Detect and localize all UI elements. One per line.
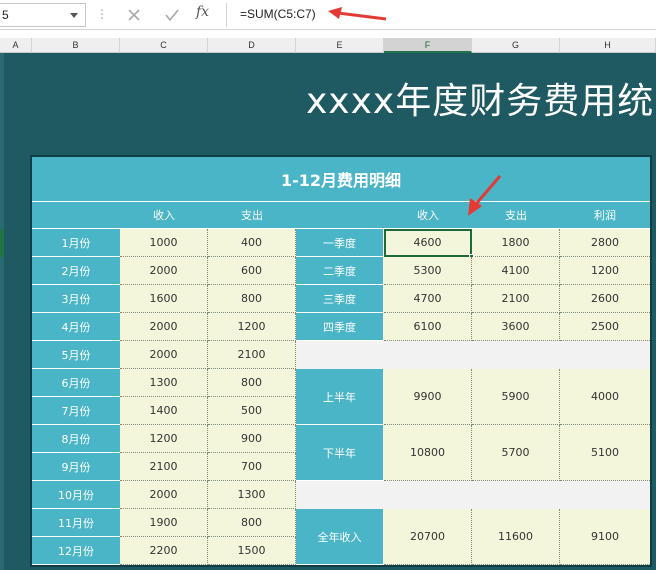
insert-function-button[interactable]: fx xyxy=(196,4,209,20)
period-expense-cell[interactable]: 11600 xyxy=(472,509,560,565)
name-box-value: 5 xyxy=(2,8,9,22)
period-profit-cell[interactable]: 2600 xyxy=(560,285,650,313)
month-income-cell[interactable]: 1400 xyxy=(120,397,208,425)
period-expense-cell[interactable]: 1800 xyxy=(472,229,560,257)
period-profit-cell[interactable]: 1200 xyxy=(560,257,650,285)
quarter-label[interactable]: 二季度 xyxy=(296,257,384,285)
column-header-c[interactable]: C xyxy=(120,38,208,53)
month-income-cell[interactable]: 1600 xyxy=(120,285,208,313)
month-expense-cell[interactable]: 2100 xyxy=(208,341,296,369)
month-expense-cell[interactable]: 1500 xyxy=(208,537,296,565)
month-income-cell[interactable]: 2200 xyxy=(120,537,208,565)
selected-cell[interactable]: 4600 xyxy=(384,229,472,257)
month-expense-cell[interactable]: 800 xyxy=(208,285,296,313)
quarter-label[interactable]: 三季度 xyxy=(296,285,384,313)
check-icon[interactable] xyxy=(160,5,184,25)
table-title[interactable]: 1-12月费用明细 xyxy=(32,157,650,202)
column-headers: ABCDEFGH xyxy=(0,38,656,53)
month-label[interactable]: 4月份 xyxy=(32,313,120,341)
header-period-income[interactable]: 收入 xyxy=(384,202,472,229)
period-profit-cell[interactable]: 5100 xyxy=(560,425,650,481)
period-expense-cell[interactable]: 5700 xyxy=(472,425,560,481)
month-income-cell[interactable]: 1200 xyxy=(120,425,208,453)
month-label[interactable]: 11月份 xyxy=(32,509,120,537)
finance-table: 1-12月费用明细 收入 支出 收入 支出 利润 1月份 1000 400 2月份 2000 600 3… xyxy=(30,155,652,567)
period-expense-cell[interactable]: 4100 xyxy=(472,257,560,285)
month-label[interactable]: 9月份 xyxy=(32,453,120,481)
month-income-cell[interactable]: 2000 xyxy=(120,341,208,369)
formula-bar-divider xyxy=(226,3,227,27)
month-expense-cell[interactable]: 600 xyxy=(208,257,296,285)
column-header-g[interactable]: G xyxy=(472,38,560,53)
month-income-cell[interactable]: 1300 xyxy=(120,369,208,397)
header-period[interactable] xyxy=(296,202,384,229)
month-income-cell[interactable]: 2000 xyxy=(120,481,208,509)
period-expense-cell[interactable]: 3600 xyxy=(472,313,560,341)
month-expense-cell[interactable]: 500 xyxy=(208,397,296,425)
month-label[interactable]: 12月份 xyxy=(32,537,120,565)
period-expense-cell[interactable]: 5900 xyxy=(472,369,560,425)
period-profit-cell[interactable]: 2800 xyxy=(560,229,650,257)
header-profit[interactable]: 利润 xyxy=(560,202,650,229)
empty-band-row[interactable] xyxy=(296,481,650,509)
month-income-cell[interactable]: 2000 xyxy=(120,257,208,285)
month-label[interactable]: 8月份 xyxy=(32,425,120,453)
name-box[interactable]: 5 xyxy=(0,3,86,27)
quarter-label[interactable]: 四季度 xyxy=(296,313,384,341)
month-label[interactable]: 1月份 xyxy=(32,229,120,257)
period-income-cell[interactable]: 6100 xyxy=(384,313,472,341)
month-expense-cell[interactable]: 1200 xyxy=(208,313,296,341)
quarter-label[interactable]: 一季度 xyxy=(296,229,384,257)
period-income-cell[interactable]: 20700 xyxy=(384,509,472,565)
month-expense-cell[interactable]: 700 xyxy=(208,453,296,481)
month-expense-cell[interactable]: 800 xyxy=(208,509,296,537)
column-header-b[interactable]: B xyxy=(32,38,120,53)
period-income-cell[interactable]: 10800 xyxy=(384,425,472,481)
month-income-cell[interactable]: 1000 xyxy=(120,229,208,257)
month-label[interactable]: 7月份 xyxy=(32,397,120,425)
period-income-cell[interactable]: 5300 xyxy=(384,257,472,285)
header-expense[interactable]: 支出 xyxy=(208,202,296,229)
formula-text: =SUM(C5:C7) xyxy=(240,7,316,21)
header-income[interactable]: 收入 xyxy=(120,202,208,229)
period-profit-cell[interactable]: 2500 xyxy=(560,313,650,341)
row-headers[interactable] xyxy=(0,53,4,570)
half-year-label[interactable]: 上半年 xyxy=(296,369,384,425)
month-income-cell[interactable]: 1900 xyxy=(120,509,208,537)
annual-total-label[interactable]: 全年收入 xyxy=(296,509,384,565)
more-options-icon[interactable]: ⋮ xyxy=(96,6,108,22)
close-icon[interactable] xyxy=(122,5,146,25)
column-header-h[interactable]: H xyxy=(560,38,656,53)
period-profit-cell[interactable]: 4000 xyxy=(560,369,650,425)
empty-band-row[interactable] xyxy=(296,341,650,369)
month-expense-cell[interactable]: 1300 xyxy=(208,481,296,509)
month-label[interactable]: 2月份 xyxy=(32,257,120,285)
column-header-e[interactable]: E xyxy=(296,38,384,53)
month-label[interactable]: 5月份 xyxy=(32,341,120,369)
column-header-d[interactable]: D xyxy=(208,38,296,53)
formula-input[interactable]: =SUM(C5:C7) xyxy=(232,3,656,27)
month-expense-cell[interactable]: 400 xyxy=(208,229,296,257)
period-profit-cell[interactable]: 9100 xyxy=(560,509,650,565)
period-expense-cell[interactable]: 2100 xyxy=(472,285,560,313)
period-income-cell[interactable]: 9900 xyxy=(384,369,472,425)
month-expense-cell[interactable]: 800 xyxy=(208,369,296,397)
month-income-cell[interactable]: 2100 xyxy=(120,453,208,481)
arrow-to-formula-icon xyxy=(328,7,387,21)
period-income-cell[interactable]: 4700 xyxy=(384,285,472,313)
chevron-down-icon[interactable] xyxy=(70,13,78,18)
header-month[interactable] xyxy=(32,202,120,229)
column-header-f[interactable]: F xyxy=(384,38,472,53)
sheet-title: xxxx年度财务费用统 xyxy=(306,81,655,122)
selected-row-indicator xyxy=(0,229,4,257)
month-label[interactable]: 3月份 xyxy=(32,285,120,313)
arrow-to-cell-icon xyxy=(468,175,502,216)
half-year-label[interactable]: 下半年 xyxy=(296,425,384,481)
month-expense-cell[interactable]: 900 xyxy=(208,425,296,453)
month-label[interactable]: 6月份 xyxy=(32,369,120,397)
column-header-a[interactable]: A xyxy=(0,38,32,53)
month-label[interactable]: 10月份 xyxy=(32,481,120,509)
month-income-cell[interactable]: 2000 xyxy=(120,313,208,341)
